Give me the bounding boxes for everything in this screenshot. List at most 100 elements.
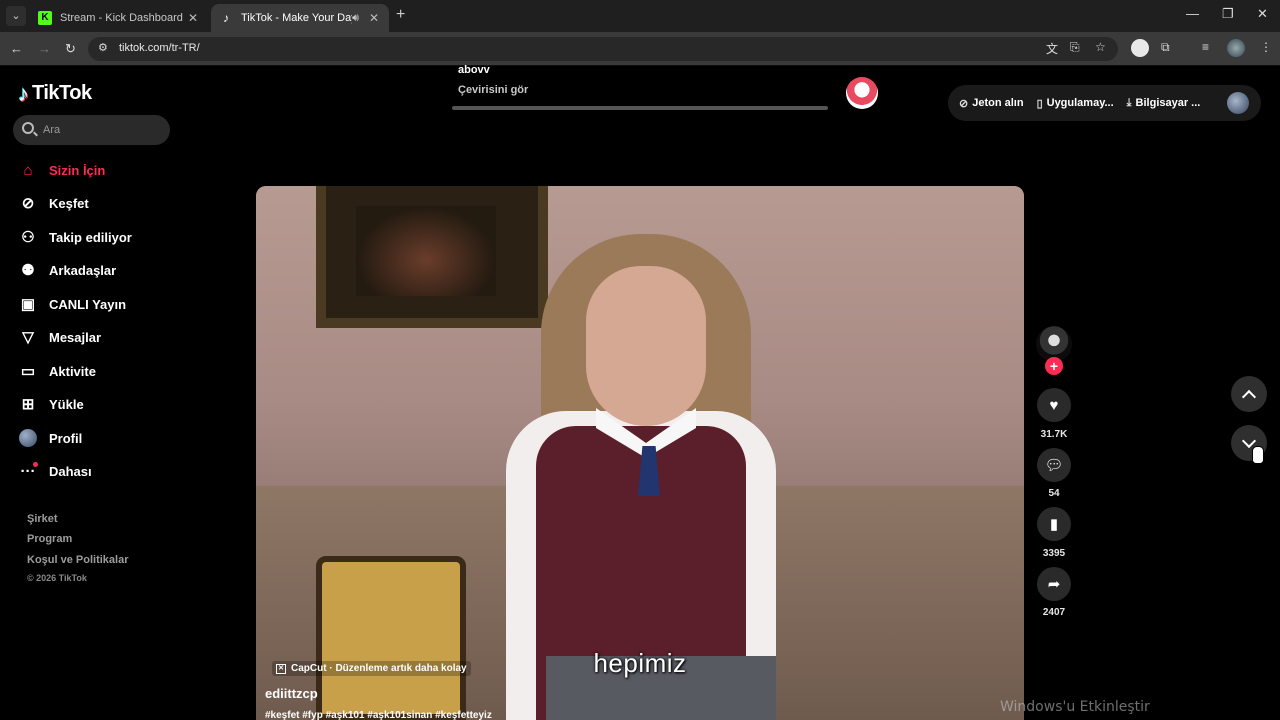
translate-icon[interactable]: 文 [1046,40,1058,57]
previous-video-button[interactable] [1231,376,1267,412]
notification-dot [33,462,38,467]
nav-label: CANLI Yayın [49,296,127,312]
copyright: © 2026 TikTok [27,573,87,583]
compass-icon: ⊘ [21,195,35,212]
nav-label: Takip ediliyor [49,229,132,245]
desktop-app-button[interactable]: ⤓ Bilgisayar ... [1127,97,1201,110]
phone-icon: ▯ [1036,97,1043,110]
windows-activation-watermark: Windows'u Etkinleştir [1000,699,1150,715]
forward-icon[interactable]: → [38,41,51,56]
share-button[interactable]: ➦ [1037,567,1071,601]
video-hashtags[interactable]: #keşfet #fyp #aşk101 #aşk101sinan #keşfe… [265,710,492,720]
logo-text: TikTok [32,82,92,104]
hand-cursor-icon [1252,446,1264,464]
download-icon: ⤓ [1126,96,1132,109]
speaker-icon[interactable]: 🔊︎ [352,12,359,25]
nav-explore[interactable]: ⊘ Keşfet [18,191,89,215]
follow-plus-icon[interactable]: + [1045,357,1063,375]
progress-bar[interactable] [452,106,828,110]
like-count: 31.7K [1040,429,1068,440]
site-info-icon[interactable]: ⚙ [98,41,108,54]
share-count: 2407 [1042,607,1066,618]
url-text: tiktok.com/tr-TR/ [119,42,200,54]
maximize-icon[interactable]: ❐ [1222,6,1234,22]
nav-label: Aktivite [49,363,96,379]
share-icon: ➦ [1047,576,1061,593]
comment-button[interactable]: 💬︎ [1037,448,1071,482]
nav-friends[interactable]: ⚉ Arkadaşlar [18,258,116,282]
messages-icon: ▽ [22,329,34,346]
creator-avatar[interactable] [846,77,878,109]
home-icon: ⌂ [23,161,33,179]
address-bar[interactable]: ⚙ tiktok.com/tr-TR/ [88,37,1118,61]
see-translation-link[interactable]: Çevirisini gör [458,84,528,96]
get-app-button[interactable]: ▯ Uygulamay... [1037,97,1114,110]
install-app-icon[interactable]: ⎘ [1070,40,1080,55]
minimize-icon[interactable]: — [1186,6,1199,21]
nav-label: Yükle [49,396,84,412]
close-tab-icon[interactable]: ✕ [367,11,381,25]
capcut-label: CapCut · Düzenleme artık daha kolay [291,663,467,674]
like-button[interactable]: ♥ [1037,388,1071,422]
save-count: 3395 [1042,548,1066,559]
get-coins-button[interactable]: ⊘ Jeton alın [959,97,1024,110]
bookmark-star-icon[interactable]: ☆ [1095,40,1106,54]
upload-icon: ⊞ [21,396,35,413]
close-tab-icon[interactable]: ✕ [186,11,200,25]
back-icon[interactable]: ← [10,41,23,56]
avatar [19,429,37,447]
comment-count: 54 [1048,488,1060,499]
search-icon [22,122,34,134]
comment-username[interactable]: abovv [458,64,490,76]
top-actions-bar: ⊘ Jeton alın ▯ Uygulamay... ⤓ Bilgisayar ..… [948,85,1261,121]
media-control-icon[interactable]: ≡ [1202,40,1209,54]
nav-label: Dahası [49,463,92,479]
friends-icon: ⚉ [21,262,35,279]
person-face [586,266,706,426]
search-input[interactable] [43,121,163,139]
nav-messages[interactable]: ▽ Mesajlar [18,325,101,349]
heart-icon: ♥ [1049,396,1059,414]
following-icon: ⚇ [21,229,35,246]
new-tab-button[interactable]: + [396,6,405,24]
nav-profile[interactable]: Profil [18,426,82,450]
tab-title: Stream - Kick Dashboard [60,12,183,24]
profile-avatar-icon [18,428,38,448]
chevron-up-icon [1241,389,1257,404]
tiktok-note-icon: ♪ [18,80,29,106]
nav-following[interactable]: ⚇ Takip ediliyor [18,225,132,249]
nav-label: Sizin İçin [49,162,106,178]
footer-link-company[interactable]: Şirket [27,513,58,525]
tiktok-logo[interactable]: ♪ TikTok [18,82,92,105]
nav-more[interactable]: ··· Dahası [18,459,92,483]
search-box[interactable] [13,115,170,145]
nav-activity[interactable]: ▭ Aktivite [18,359,96,383]
more-icon: ··· [18,461,38,481]
tab-kick-dashboard[interactable]: K Stream - Kick Dashboard ✕ [30,4,208,32]
tiktok-logo-icon: ♪ [223,11,229,25]
browser-menu-icon[interactable]: ⋮ [1260,40,1272,54]
nav-upload[interactable]: ⊞ Yükle [18,392,84,416]
nav-for-you[interactable]: ⌂ Sizin İçin [18,158,105,182]
extensions-puzzle-icon[interactable]: ⧉ [1161,40,1170,55]
nav-live[interactable]: ▣ CANLI Yayın [18,292,126,316]
live-icon: ▣ [20,296,36,313]
nav-label: Keşfet [49,195,89,211]
close-window-icon[interactable]: ✕ [1257,6,1268,22]
extension-icon[interactable] [1131,39,1149,57]
nav-label: Arkadaşlar [49,262,117,278]
reload-icon[interactable]: ↻ [65,41,76,57]
video-author[interactable]: ediittzcp [265,686,318,701]
footer-link-terms[interactable]: Koşul ve Politikalar [27,554,128,566]
activity-icon: ▭ [20,363,36,380]
user-avatar[interactable] [1227,92,1249,114]
kick-logo-icon: K [38,11,52,25]
video-player[interactable]: hepimiz ✕ CapCut · Düzenleme artık daha … [256,186,1024,720]
tab-title: TikTok - Make Your Day [241,12,353,24]
save-button[interactable]: ▮ [1037,507,1071,541]
tab-search-button[interactable]: ⌄ [6,6,26,26]
capcut-badge[interactable]: ✕ CapCut · Düzenleme artık daha kolay [272,661,471,676]
tab-tiktok[interactable]: ♪ TikTok - Make Your Day 🔊︎ ✕ [211,4,389,32]
footer-link-program[interactable]: Program [27,533,72,545]
profile-avatar[interactable] [1227,39,1245,57]
